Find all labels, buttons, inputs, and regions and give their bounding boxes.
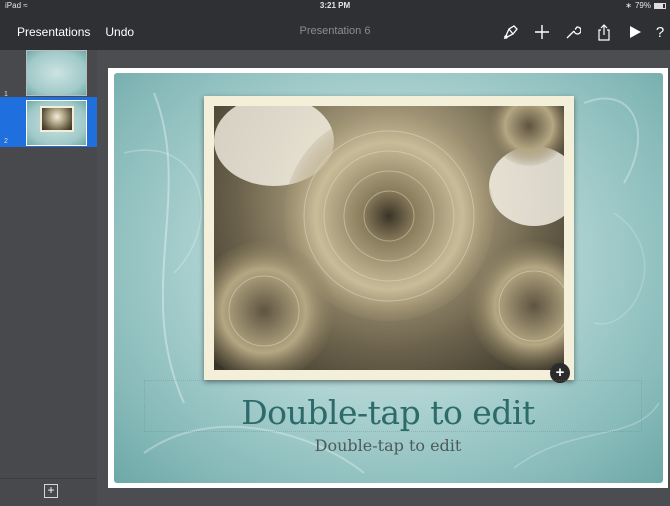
- battery-percent: 79%: [634, 1, 651, 10]
- slide-thumbnail-image: [26, 50, 87, 96]
- slide-navigator: 1 2 +: [0, 50, 97, 506]
- slide-thumbnail-2[interactable]: 2: [0, 97, 97, 147]
- plus-icon[interactable]: [526, 21, 557, 43]
- help-icon[interactable]: ?: [650, 21, 670, 43]
- slide-thumbnail-image: [26, 100, 87, 146]
- status-bar: iPad ≈ 3:21 PM ∗ 79%: [0, 0, 670, 12]
- bluetooth-icon: ∗: [625, 1, 632, 10]
- photo-placeholder-frame[interactable]: [204, 96, 574, 380]
- battery-icon: [654, 3, 666, 9]
- thumbnail-photo: [40, 106, 74, 132]
- share-icon[interactable]: [588, 21, 619, 43]
- status-right: ∗ 79%: [625, 0, 666, 12]
- battery-fill: [655, 4, 663, 8]
- flower-photo: [214, 106, 564, 370]
- divider: [0, 478, 97, 479]
- format-brush-icon[interactable]: [495, 21, 526, 43]
- play-icon[interactable]: [619, 21, 650, 43]
- add-slide-button[interactable]: +: [44, 484, 58, 498]
- slide-subtitle[interactable]: Double-tap to edit: [108, 436, 668, 455]
- toolbar: Presentations Undo Presentation 6 ?: [0, 12, 670, 50]
- slide[interactable]: + Double-tap to edit Double-tap to edit: [108, 68, 668, 488]
- slide-title[interactable]: Double-tap to edit: [108, 393, 668, 432]
- toolbar-right: ?: [495, 21, 670, 43]
- chrysanthemum-image: [214, 106, 564, 370]
- slide-canvas: + Double-tap to edit Double-tap to edit: [97, 50, 670, 506]
- status-time: 3:21 PM: [319, 1, 351, 10]
- slide-thumbnail-1[interactable]: 1: [0, 50, 97, 100]
- slide-number: 2: [4, 138, 8, 145]
- wrench-icon[interactable]: [557, 21, 588, 43]
